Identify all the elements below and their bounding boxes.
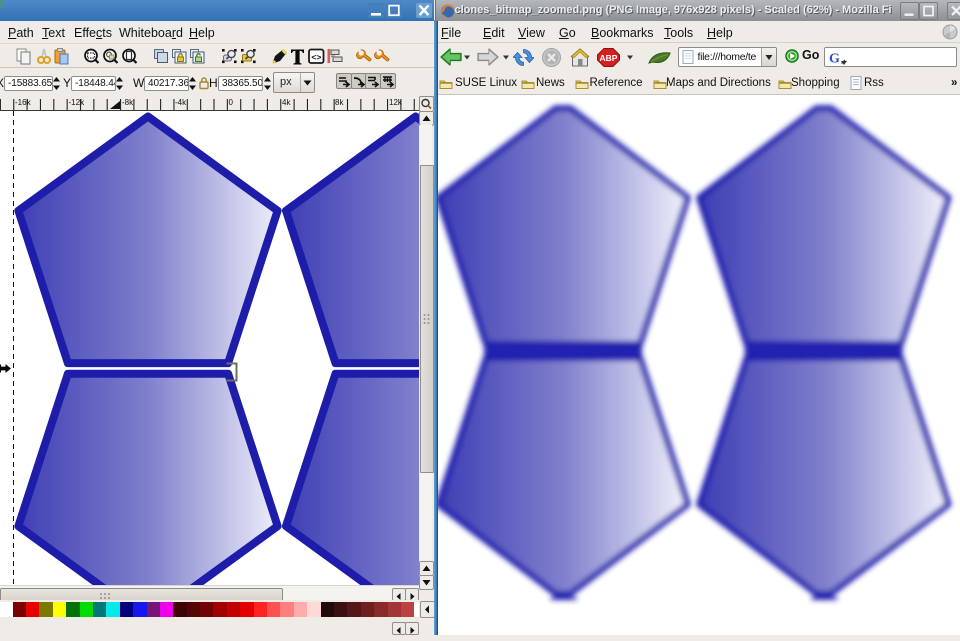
svg-text:4k: 4k [282, 98, 291, 107]
svg-text:-12k: -12k [69, 98, 86, 107]
svg-text:<>: <> [311, 52, 321, 62]
svg-text:G: G [829, 52, 840, 67]
svg-text:ABP: ABP [600, 53, 618, 63]
svg-text:12k: 12k [389, 98, 403, 107]
svg-text:-8k: -8k [122, 98, 134, 107]
svg-text:8k: 8k [335, 98, 344, 107]
svg-text:-4k: -4k [175, 98, 187, 107]
svg-text:-16k: -16k [15, 98, 32, 107]
svg-text:0: 0 [229, 98, 234, 107]
